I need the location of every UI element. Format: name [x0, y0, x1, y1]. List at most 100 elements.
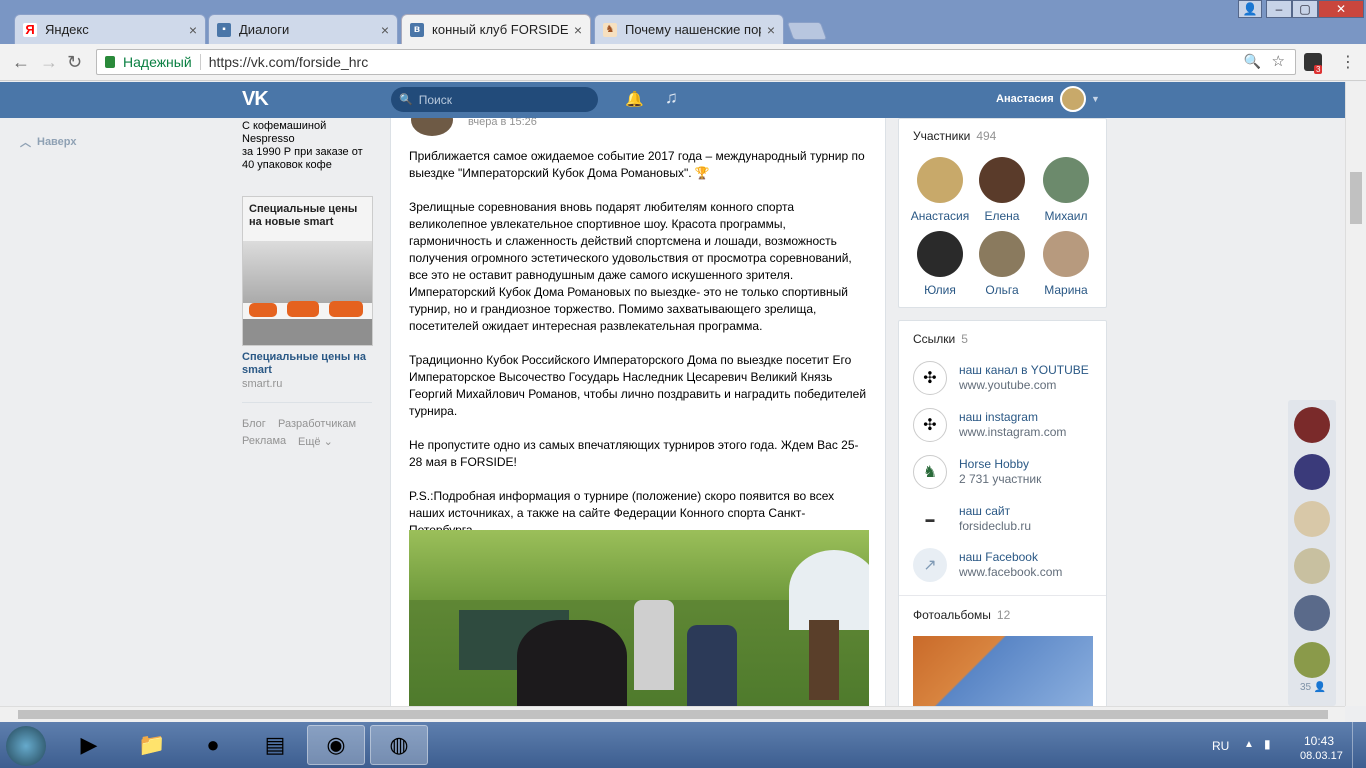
- link-title: Horse Hobby: [959, 457, 1030, 471]
- close-icon[interactable]: ×: [767, 22, 775, 38]
- chrome-icon[interactable]: ◉: [307, 725, 365, 765]
- reload-icon[interactable]: ↻: [67, 52, 82, 73]
- winrar-icon[interactable]: ▤: [246, 725, 304, 765]
- post-photo[interactable]: [409, 530, 869, 706]
- link-item[interactable]: ↗ наш Facebook www.facebook.com: [913, 545, 1062, 585]
- friend-avatar[interactable]: [1294, 642, 1330, 678]
- back-to-top-button[interactable]: ︿ Наверх: [20, 134, 77, 150]
- tab-title: Яндекс: [45, 22, 89, 37]
- close-icon[interactable]: ×: [574, 22, 582, 38]
- start-button[interactable]: [6, 726, 46, 766]
- link-sub: 2 731 участник: [959, 472, 1042, 486]
- friend-avatar[interactable]: [1294, 454, 1330, 490]
- footer-more-link[interactable]: Ещё ⌄: [298, 435, 333, 448]
- menu-icon[interactable]: ⋮: [1340, 52, 1356, 72]
- footer-dev-link[interactable]: Разработчикам: [278, 418, 356, 430]
- show-desktop-button[interactable]: [1352, 722, 1366, 768]
- address-bar[interactable]: Надежный https://vk.com/forside_hrc 🔍 ☆: [96, 49, 1296, 75]
- member-item[interactable]: Анастасия: [905, 157, 975, 223]
- chevron-down-icon[interactable]: ▼: [1091, 94, 1100, 104]
- minimize-button[interactable]: –: [1266, 0, 1292, 18]
- ad-domain[interactable]: smart.ru: [242, 378, 282, 390]
- tab-yandex[interactable]: Я Яндекс ×: [14, 14, 206, 44]
- chevron-down-icon: ⌄: [323, 436, 333, 448]
- language-indicator[interactable]: RU: [1212, 739, 1229, 753]
- url-text[interactable]: https://vk.com/forside_hrc: [209, 54, 369, 70]
- tab-forside[interactable]: в конный клуб FORSIDE ×: [401, 14, 591, 44]
- vertical-scrollbar[interactable]: [1345, 82, 1366, 706]
- lock-icon: [105, 56, 115, 68]
- new-tab-button[interactable]: [786, 22, 828, 40]
- close-icon[interactable]: ×: [381, 22, 389, 38]
- ad-nespresso[interactable]: С кофемашиной Nespresso за 1990 Р при за…: [242, 120, 382, 172]
- clock-time[interactable]: 10:43: [1304, 734, 1334, 748]
- ad-title[interactable]: Специальные цены на smart: [242, 351, 372, 377]
- explorer-icon[interactable]: 📁: [123, 725, 181, 765]
- scrollbar-thumb[interactable]: [1350, 172, 1362, 224]
- footer-more-label: Ещё: [298, 436, 321, 448]
- friend-avatar[interactable]: [1294, 501, 1330, 537]
- forward-icon[interactable]: →: [40, 52, 58, 73]
- media-player-icon[interactable]: ▶: [60, 725, 118, 765]
- friends-count-value: 35: [1300, 682, 1312, 693]
- member-item[interactable]: Марина: [1031, 231, 1101, 297]
- close-icon[interactable]: ×: [189, 22, 197, 38]
- tray-arrow-icon[interactable]: ▲: [1244, 739, 1254, 750]
- footer-blog-link[interactable]: Блог: [242, 418, 266, 430]
- zoom-icon[interactable]: 🔍: [1244, 53, 1261, 70]
- external-link-icon: ↗: [913, 548, 947, 582]
- friend-avatar[interactable]: [1294, 595, 1330, 631]
- members-header[interactable]: Участники 494: [913, 129, 996, 143]
- member-item[interactable]: Юлия: [905, 231, 975, 297]
- vk-dialogs-icon: ▪: [217, 22, 231, 37]
- member-item[interactable]: Михаил: [1031, 157, 1101, 223]
- post-author-avatar[interactable]: [411, 118, 453, 136]
- horizontal-scrollbar[interactable]: [0, 706, 1345, 722]
- member-name: Михаил: [1044, 209, 1088, 223]
- member-item[interactable]: Елена: [967, 157, 1037, 223]
- post-time[interactable]: вчера в 15:26: [468, 118, 537, 128]
- beeline-icon[interactable]: ◍: [370, 725, 428, 765]
- user-avatar[interactable]: [1060, 86, 1086, 112]
- back-icon[interactable]: ←: [12, 52, 30, 73]
- star-icon[interactable]: ☆: [1272, 52, 1285, 70]
- link-item[interactable]: ▬ наш сайт forsideclub.ru: [913, 499, 1031, 539]
- extension-badge: 3: [1314, 65, 1323, 74]
- vk-logo-icon[interactable]: VK: [242, 88, 269, 111]
- clock-date[interactable]: 08.03.17: [1300, 750, 1343, 762]
- friends-count[interactable]: 35 👤: [1300, 682, 1326, 693]
- friend-avatar[interactable]: [1294, 548, 1330, 584]
- user-profile-icon[interactable]: 👤: [1238, 0, 1262, 18]
- link-title: наш Facebook: [959, 550, 1038, 564]
- link-sub: www.instagram.com: [959, 425, 1067, 439]
- tab-article[interactable]: ♞ Почему нашенские пор ×: [594, 14, 784, 44]
- bell-icon[interactable]: 🔔: [625, 90, 644, 108]
- album-cover[interactable]: [913, 636, 1093, 706]
- search-placeholder: Поиск: [418, 92, 452, 107]
- ad-smart-image[interactable]: Специальные цены на новые smart: [242, 196, 373, 346]
- ad-line: 40 упаковок кофе: [242, 159, 332, 171]
- app-icon[interactable]: ●: [184, 725, 242, 765]
- search-input[interactable]: 🔍 Поиск: [391, 87, 598, 112]
- tab-dialogs[interactable]: ▪ Диалоги ×: [208, 14, 398, 44]
- network-icon[interactable]: ▮: [1264, 737, 1271, 751]
- links-header[interactable]: Ссылки 5: [913, 332, 968, 346]
- scrollbar-thumb[interactable]: [18, 710, 1328, 719]
- albums-header[interactable]: Фотоальбомы 12: [913, 608, 1010, 622]
- link-item[interactable]: ✣ наш канал в YOUTUBE www.youtube.com: [913, 358, 1089, 398]
- member-item[interactable]: Ольга: [967, 231, 1037, 297]
- footer-ads-link[interactable]: Реклама: [242, 435, 286, 447]
- divider: [199, 54, 201, 70]
- maximize-button[interactable]: ▢: [1292, 0, 1318, 18]
- horse-icon: ♞: [603, 22, 617, 37]
- browser-tab-bar: Я Яндекс × ▪ Диалоги × в конный клуб FOR…: [0, 0, 1366, 44]
- page-content: ︿ Наверх С кофемашиной Nespresso за 1990…: [0, 118, 1345, 706]
- link-title: наш сайт: [959, 504, 1011, 518]
- person-icon: 👤: [1313, 682, 1327, 693]
- link-item[interactable]: ✣ наш instagram www.instagram.com: [913, 405, 1066, 445]
- close-window-button[interactable]: ✕: [1318, 0, 1364, 18]
- link-item[interactable]: ♞ Horse Hobby 2 731 участник: [913, 452, 1041, 492]
- user-name[interactable]: Анастасия: [996, 93, 1054, 105]
- music-icon[interactable]: ♫: [665, 88, 678, 108]
- friend-avatar[interactable]: [1294, 407, 1330, 443]
